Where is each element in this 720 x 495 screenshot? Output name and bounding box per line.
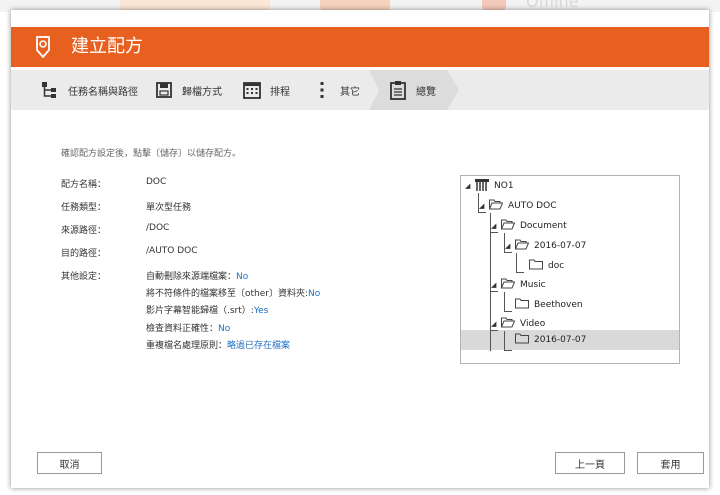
tree-node-auto-doc[interactable]: ◢ AUTO DOC <box>479 196 557 216</box>
source-path-value: /DOC <box>146 223 170 233</box>
tree-node-video-date[interactable]: 2016-07-07 <box>505 330 586 350</box>
step-label: 總覽 <box>416 86 436 98</box>
apply-button[interactable]: 套用 <box>637 452 704 474</box>
step-archive-method[interactable]: 歸檔方式 <box>153 70 222 110</box>
step-other[interactable]: 其它 <box>311 70 360 110</box>
folder-icon <box>529 259 543 273</box>
folder-open-icon <box>514 239 530 253</box>
dialog-title: 建立配方 <box>71 36 143 57</box>
tree-node-label: Music <box>520 280 546 290</box>
folder-open-icon <box>488 199 504 213</box>
wizard-steps-bar: 任務名稱與路徑 歸檔方式 排程 其它 總覽 <box>11 70 709 110</box>
tree-node-doc[interactable]: doc <box>519 256 564 276</box>
tree-node-nas[interactable]: ◢ NO1 <box>465 176 514 196</box>
step-label: 其它 <box>340 86 360 98</box>
expand-arrow-icon[interactable]: ◢ <box>491 320 499 328</box>
calendar-icon <box>241 79 263 101</box>
folder-icon <box>515 298 529 312</box>
source-path-label: 來源路徑： <box>61 226 107 236</box>
step-schedule[interactable]: 排程 <box>241 70 290 110</box>
setting-value: No <box>218 324 231 334</box>
step-label: 歸檔方式 <box>182 86 222 98</box>
expand-arrow-icon[interactable]: ◢ <box>491 222 499 230</box>
dialog-header: 建立配方 <box>11 27 709 67</box>
folder-open-icon <box>500 219 516 233</box>
setting-label: 檢查資料正確性： <box>146 324 219 334</box>
step-overview[interactable]: 總覽 <box>387 70 436 110</box>
expand-arrow-icon[interactable]: ◢ <box>465 182 473 190</box>
tree-node-document-date[interactable]: ◢ 2016-07-07 <box>505 236 586 256</box>
tree-node-label: 2016-07-07 <box>534 335 587 345</box>
folder-open-icon <box>500 317 516 331</box>
setting-auto-delete: 自動刪除來源端檔案：No <box>146 269 248 282</box>
folder-tree[interactable]: ◢ NO1 ◢ AUTO DOC ◢ Document ◢ 2016-07-07… <box>460 175 680 364</box>
setting-duplicate-policy: 重複檔名處理原則：略過已存在檔案 <box>146 338 290 351</box>
setting-move-other: 將不符條件的檔案移至〔other〕資料夾:No <box>146 286 320 299</box>
clipboard-icon <box>387 79 409 101</box>
task-type-label: 任務類型： <box>61 203 107 213</box>
step-task-name-path[interactable]: 任務名稱與路徑 <box>39 70 138 110</box>
tree-node-label: AUTO DOC <box>508 201 557 211</box>
tree-node-label: doc <box>548 261 565 271</box>
tree-node-label: NO1 <box>494 181 514 191</box>
cancel-button[interactable]: 取消 <box>37 452 102 474</box>
tree-node-document[interactable]: ◢ Document <box>491 216 567 236</box>
setting-verify-data: 檢查資料正確性：No <box>146 321 230 334</box>
tree-node-music[interactable]: ◢ Music <box>491 275 546 295</box>
other-settings-label: 其他設定： <box>61 272 107 282</box>
task-type-value: 單次型任務 <box>146 203 192 213</box>
expand-arrow-icon[interactable]: ◢ <box>505 242 513 250</box>
recipe-name-label: 配方名稱： <box>61 180 107 190</box>
archive-icon <box>153 79 175 101</box>
destination-path-label: 目的路徑： <box>61 249 107 259</box>
tree-node-label: Beethoven <box>534 300 583 310</box>
setting-value: No <box>308 289 321 299</box>
tree-node-label: Video <box>520 319 546 329</box>
expand-arrow-icon[interactable]: ◢ <box>479 202 487 210</box>
folder-open-icon <box>500 278 516 292</box>
setting-subtitle-archive: 影片字幕智能歸檔（.srt）:Yes <box>146 303 268 316</box>
overview-hint: 確認配方設定後，點擊〔儲存〕以儲存配方。 <box>61 149 242 159</box>
setting-label: 重複檔名處理原則： <box>146 341 228 351</box>
previous-page-button[interactable]: 上一頁 <box>555 452 625 474</box>
more-vertical-icon <box>311 79 333 101</box>
create-recipe-dialog: 建立配方 任務名稱與路徑 歸檔方式 排程 其它 總覽 確認配方設定後，點擊〔儲存… <box>11 10 709 488</box>
destination-path-value: /AUTO DOC <box>146 246 198 256</box>
setting-value: No <box>236 272 249 282</box>
expand-arrow-icon[interactable]: ◢ <box>491 281 499 289</box>
setting-value: 略過已存在檔案 <box>227 341 291 351</box>
step-label: 任務名稱與路徑 <box>68 86 138 98</box>
recipe-name-value: DOC <box>146 177 167 187</box>
recipe-icon <box>31 35 55 59</box>
step-label: 排程 <box>270 86 290 98</box>
setting-value: Yes <box>253 306 269 316</box>
tree-node-label: 2016-07-07 <box>534 241 587 251</box>
setting-label: 影片字幕智能歸檔（.srt）: <box>146 306 254 316</box>
setting-label: 將不符條件的檔案移至〔other〕資料夾: <box>146 289 309 299</box>
tree-node-label: Document <box>520 221 567 231</box>
tree-node-beethoven[interactable]: Beethoven <box>505 295 583 315</box>
folder-icon <box>515 333 529 347</box>
tree-structure-icon <box>39 79 61 101</box>
nas-icon <box>475 178 489 194</box>
setting-label: 自動刪除來源端檔案： <box>146 272 237 282</box>
